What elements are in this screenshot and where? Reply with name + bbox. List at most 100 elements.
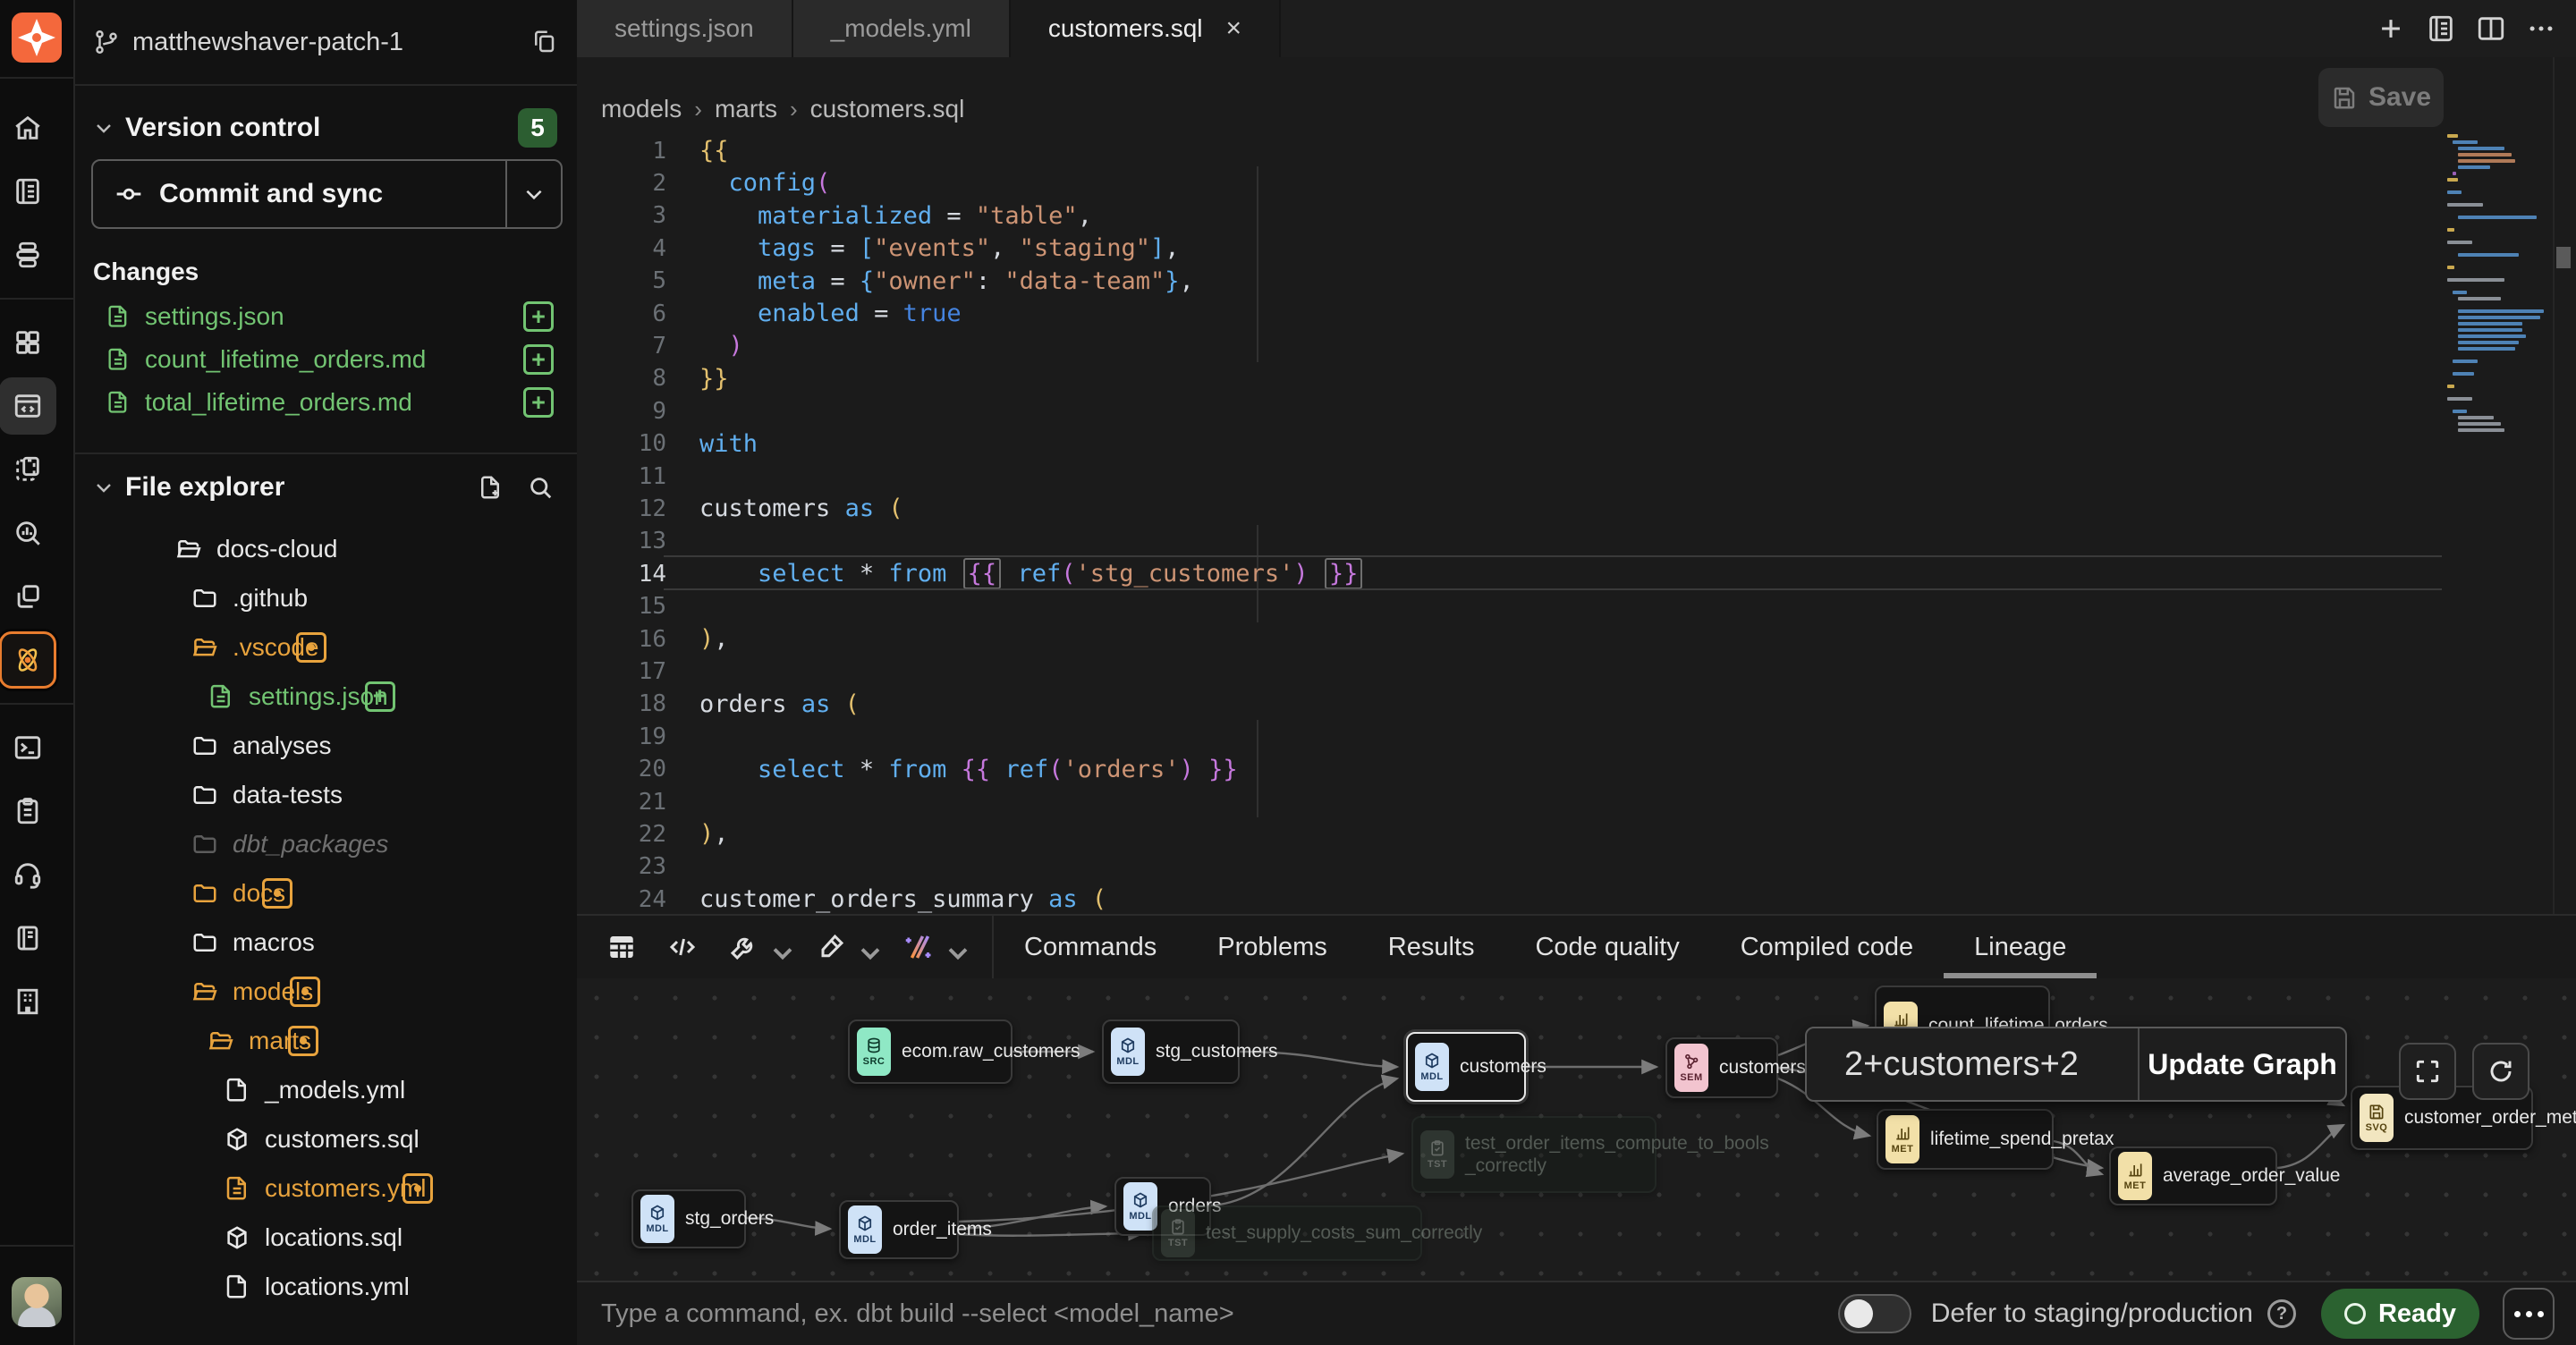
changed-file-row[interactable]: count_lifetime_orders.md+ bbox=[75, 338, 577, 381]
tree-item-docs-cloud[interactable]: docs-cloud bbox=[75, 524, 577, 573]
branch-row[interactable]: matthewshaver-patch-1 bbox=[75, 0, 577, 86]
code-line-19[interactable]: 19 bbox=[577, 720, 2576, 753]
changed-file-row[interactable]: settings.json+ bbox=[75, 295, 577, 338]
terminal-icon[interactable] bbox=[0, 719, 56, 776]
code-line-15[interactable]: 15 bbox=[577, 590, 2576, 623]
defer-toggle[interactable] bbox=[1838, 1294, 1911, 1333]
tree-item-analyses[interactable]: analyses bbox=[75, 721, 577, 770]
stage-file-button[interactable]: + bbox=[523, 301, 554, 332]
new-file-icon[interactable] bbox=[477, 474, 504, 501]
code-line-13[interactable]: 13 bbox=[577, 525, 2576, 558]
changed-file-row[interactable]: total_lifetime_orders.md+ bbox=[75, 381, 577, 424]
format-button[interactable] bbox=[815, 931, 874, 963]
code-line-24[interactable]: 24customer_orders_summary as ( bbox=[577, 883, 2576, 916]
stage-file-button[interactable]: + bbox=[523, 344, 554, 375]
code-editor[interactable]: 1{{2 config(3 materialized = "table",4 t… bbox=[577, 134, 2576, 914]
tree-item-settings.json[interactable]: settings.json+ bbox=[75, 672, 577, 721]
code-line-8[interactable]: 8}} bbox=[577, 362, 2576, 395]
tree-item-macros[interactable]: macros bbox=[75, 918, 577, 967]
scrollbar-thumb[interactable] bbox=[2556, 247, 2571, 268]
tree-item-customers.yml[interactable]: customers.yml bbox=[75, 1163, 577, 1213]
build-tools-button[interactable] bbox=[727, 931, 786, 963]
code-line-18[interactable]: 18orders as ( bbox=[577, 688, 2576, 721]
fullscreen-icon[interactable] bbox=[2399, 1043, 2456, 1100]
stage-file-button[interactable]: + bbox=[365, 681, 395, 712]
tree-item-customers.sql[interactable]: customers.sql bbox=[75, 1114, 577, 1163]
tree-item-.github[interactable]: .github bbox=[75, 573, 577, 622]
tree-item-models[interactable]: models bbox=[75, 967, 577, 1016]
home-icon[interactable] bbox=[0, 99, 56, 156]
lineage-node-stg_customers[interactable]: MDLstg_customers bbox=[1102, 1019, 1240, 1084]
tab-_models.yml[interactable]: _models.yml bbox=[793, 0, 1011, 57]
tree-item-docs[interactable]: docs bbox=[75, 868, 577, 918]
new-tab-icon[interactable] bbox=[2376, 13, 2406, 44]
lineage-node-customers[interactable]: SEMcustomers bbox=[1665, 1037, 1778, 1098]
frame-icon[interactable] bbox=[0, 441, 56, 498]
panel-tab-commands[interactable]: Commands bbox=[994, 915, 1187, 979]
tree-item-_models.yml[interactable]: _models.yml bbox=[75, 1065, 577, 1114]
command-input[interactable]: Type a command, ex. dbt build --select <… bbox=[601, 1299, 1838, 1329]
tab-settings.json[interactable]: settings.json bbox=[577, 0, 793, 57]
grid-icon[interactable] bbox=[0, 314, 56, 371]
results-table-icon[interactable] bbox=[606, 931, 638, 963]
code-line-9[interactable]: 9 bbox=[577, 394, 2576, 427]
panel-tab-lineage[interactable]: Lineage bbox=[1944, 915, 2097, 979]
notebook-icon[interactable] bbox=[0, 163, 56, 220]
search-chart-icon[interactable] bbox=[0, 504, 56, 562]
ai-assist-button[interactable] bbox=[902, 931, 962, 963]
code-line-2[interactable]: 2 config( bbox=[577, 166, 2576, 199]
avatar[interactable] bbox=[12, 1277, 62, 1327]
code-window-icon[interactable] bbox=[0, 377, 56, 435]
code-line-14[interactable]: 14 select * from {{ ref('stg_customers')… bbox=[577, 557, 2576, 590]
code-line-21[interactable]: 21 bbox=[577, 785, 2576, 818]
lineage-node-average_order_value[interactable]: METaverage_order_value bbox=[2109, 1146, 2277, 1205]
code-line-6[interactable]: 6 enabled = true bbox=[577, 297, 2576, 330]
code-line-10[interactable]: 10with bbox=[577, 427, 2576, 461]
code-line-17[interactable]: 17 bbox=[577, 655, 2576, 688]
panel-tab-compiled-code[interactable]: Compiled code bbox=[1710, 915, 1944, 979]
lineage-node-test_order_items_compute_to_bools_correctly[interactable]: TSTtest_order_items_compute_to_bools _co… bbox=[1411, 1116, 1657, 1193]
compare-icon[interactable] bbox=[0, 568, 56, 625]
commit-and-sync-button[interactable]: Commit and sync bbox=[91, 159, 563, 229]
search-icon[interactable] bbox=[527, 474, 554, 501]
building-icon[interactable] bbox=[0, 973, 56, 1030]
code-line-22[interactable]: 22), bbox=[577, 817, 2576, 850]
code-line-4[interactable]: 4 tags = ["events", "staging"], bbox=[577, 232, 2576, 265]
tree-item-.vscode[interactable]: .vscode bbox=[75, 622, 577, 672]
stage-file-button[interactable]: + bbox=[523, 387, 554, 418]
code-tag-icon[interactable] bbox=[666, 931, 699, 963]
code-line-23[interactable]: 23 bbox=[577, 850, 2576, 884]
lineage-selector-input[interactable]: 2+customers+2 bbox=[1807, 1028, 2138, 1100]
tree-item-marts[interactable]: marts bbox=[75, 1016, 577, 1065]
lineage-node-stg_orders[interactable]: MDLstg_orders bbox=[631, 1189, 746, 1248]
minimap[interactable] bbox=[2447, 134, 2553, 435]
code-line-20[interactable]: 20 select * from {{ ref('orders') }} bbox=[577, 753, 2576, 786]
tab-customers.sql[interactable]: customers.sql× bbox=[1011, 0, 1281, 57]
commit-options-button[interactable] bbox=[505, 161, 561, 227]
update-graph-button[interactable]: Update Graph bbox=[2138, 1028, 2345, 1100]
more-options-button[interactable] bbox=[2503, 1288, 2555, 1340]
tree-item-dbt_packages[interactable]: dbt_packages bbox=[75, 819, 577, 868]
version-control-header[interactable]: Version control 5 bbox=[75, 106, 577, 150]
notebook-panel-icon[interactable] bbox=[2426, 13, 2456, 44]
more-options-icon[interactable] bbox=[2526, 13, 2556, 44]
breadcrumb-item[interactable]: models bbox=[601, 95, 682, 123]
tree-item-data-tests[interactable]: data-tests bbox=[75, 770, 577, 819]
code-line-12[interactable]: 12customers as ( bbox=[577, 492, 2576, 525]
code-line-5[interactable]: 5 meta = {"owner": "data-team"}, bbox=[577, 265, 2576, 298]
tree-item-locations.yml[interactable]: locations.yml bbox=[75, 1262, 577, 1311]
code-line-11[interactable]: 11 bbox=[577, 460, 2576, 493]
split-editor-icon[interactable] bbox=[2476, 13, 2506, 44]
lineage-node-order_items[interactable]: MDLorder_items bbox=[839, 1200, 959, 1259]
lineage-canvas[interactable]: METcount_lifetime_ordersSRCecom.raw_cust… bbox=[577, 978, 2576, 1281]
breadcrumb-item[interactable]: customers.sql bbox=[810, 95, 965, 123]
lineage-node-customers[interactable]: MDLcustomers bbox=[1406, 1032, 1526, 1102]
clipboard-icon[interactable] bbox=[0, 782, 56, 840]
tree-item-locations.sql[interactable]: locations.sql bbox=[75, 1213, 577, 1262]
code-line-1[interactable]: 1{{ bbox=[577, 134, 2576, 167]
lineage-node-lifetime_spend_pretax[interactable]: METlifetime_spend_pretax bbox=[1877, 1109, 2054, 1170]
close-icon[interactable]: × bbox=[1226, 13, 1242, 44]
lineage-node-ecom.raw_customers[interactable]: SRCecom.raw_customers bbox=[848, 1019, 1013, 1084]
atom-icon[interactable] bbox=[0, 631, 56, 689]
breadcrumb[interactable]: models›marts›customers.sql bbox=[601, 86, 964, 132]
